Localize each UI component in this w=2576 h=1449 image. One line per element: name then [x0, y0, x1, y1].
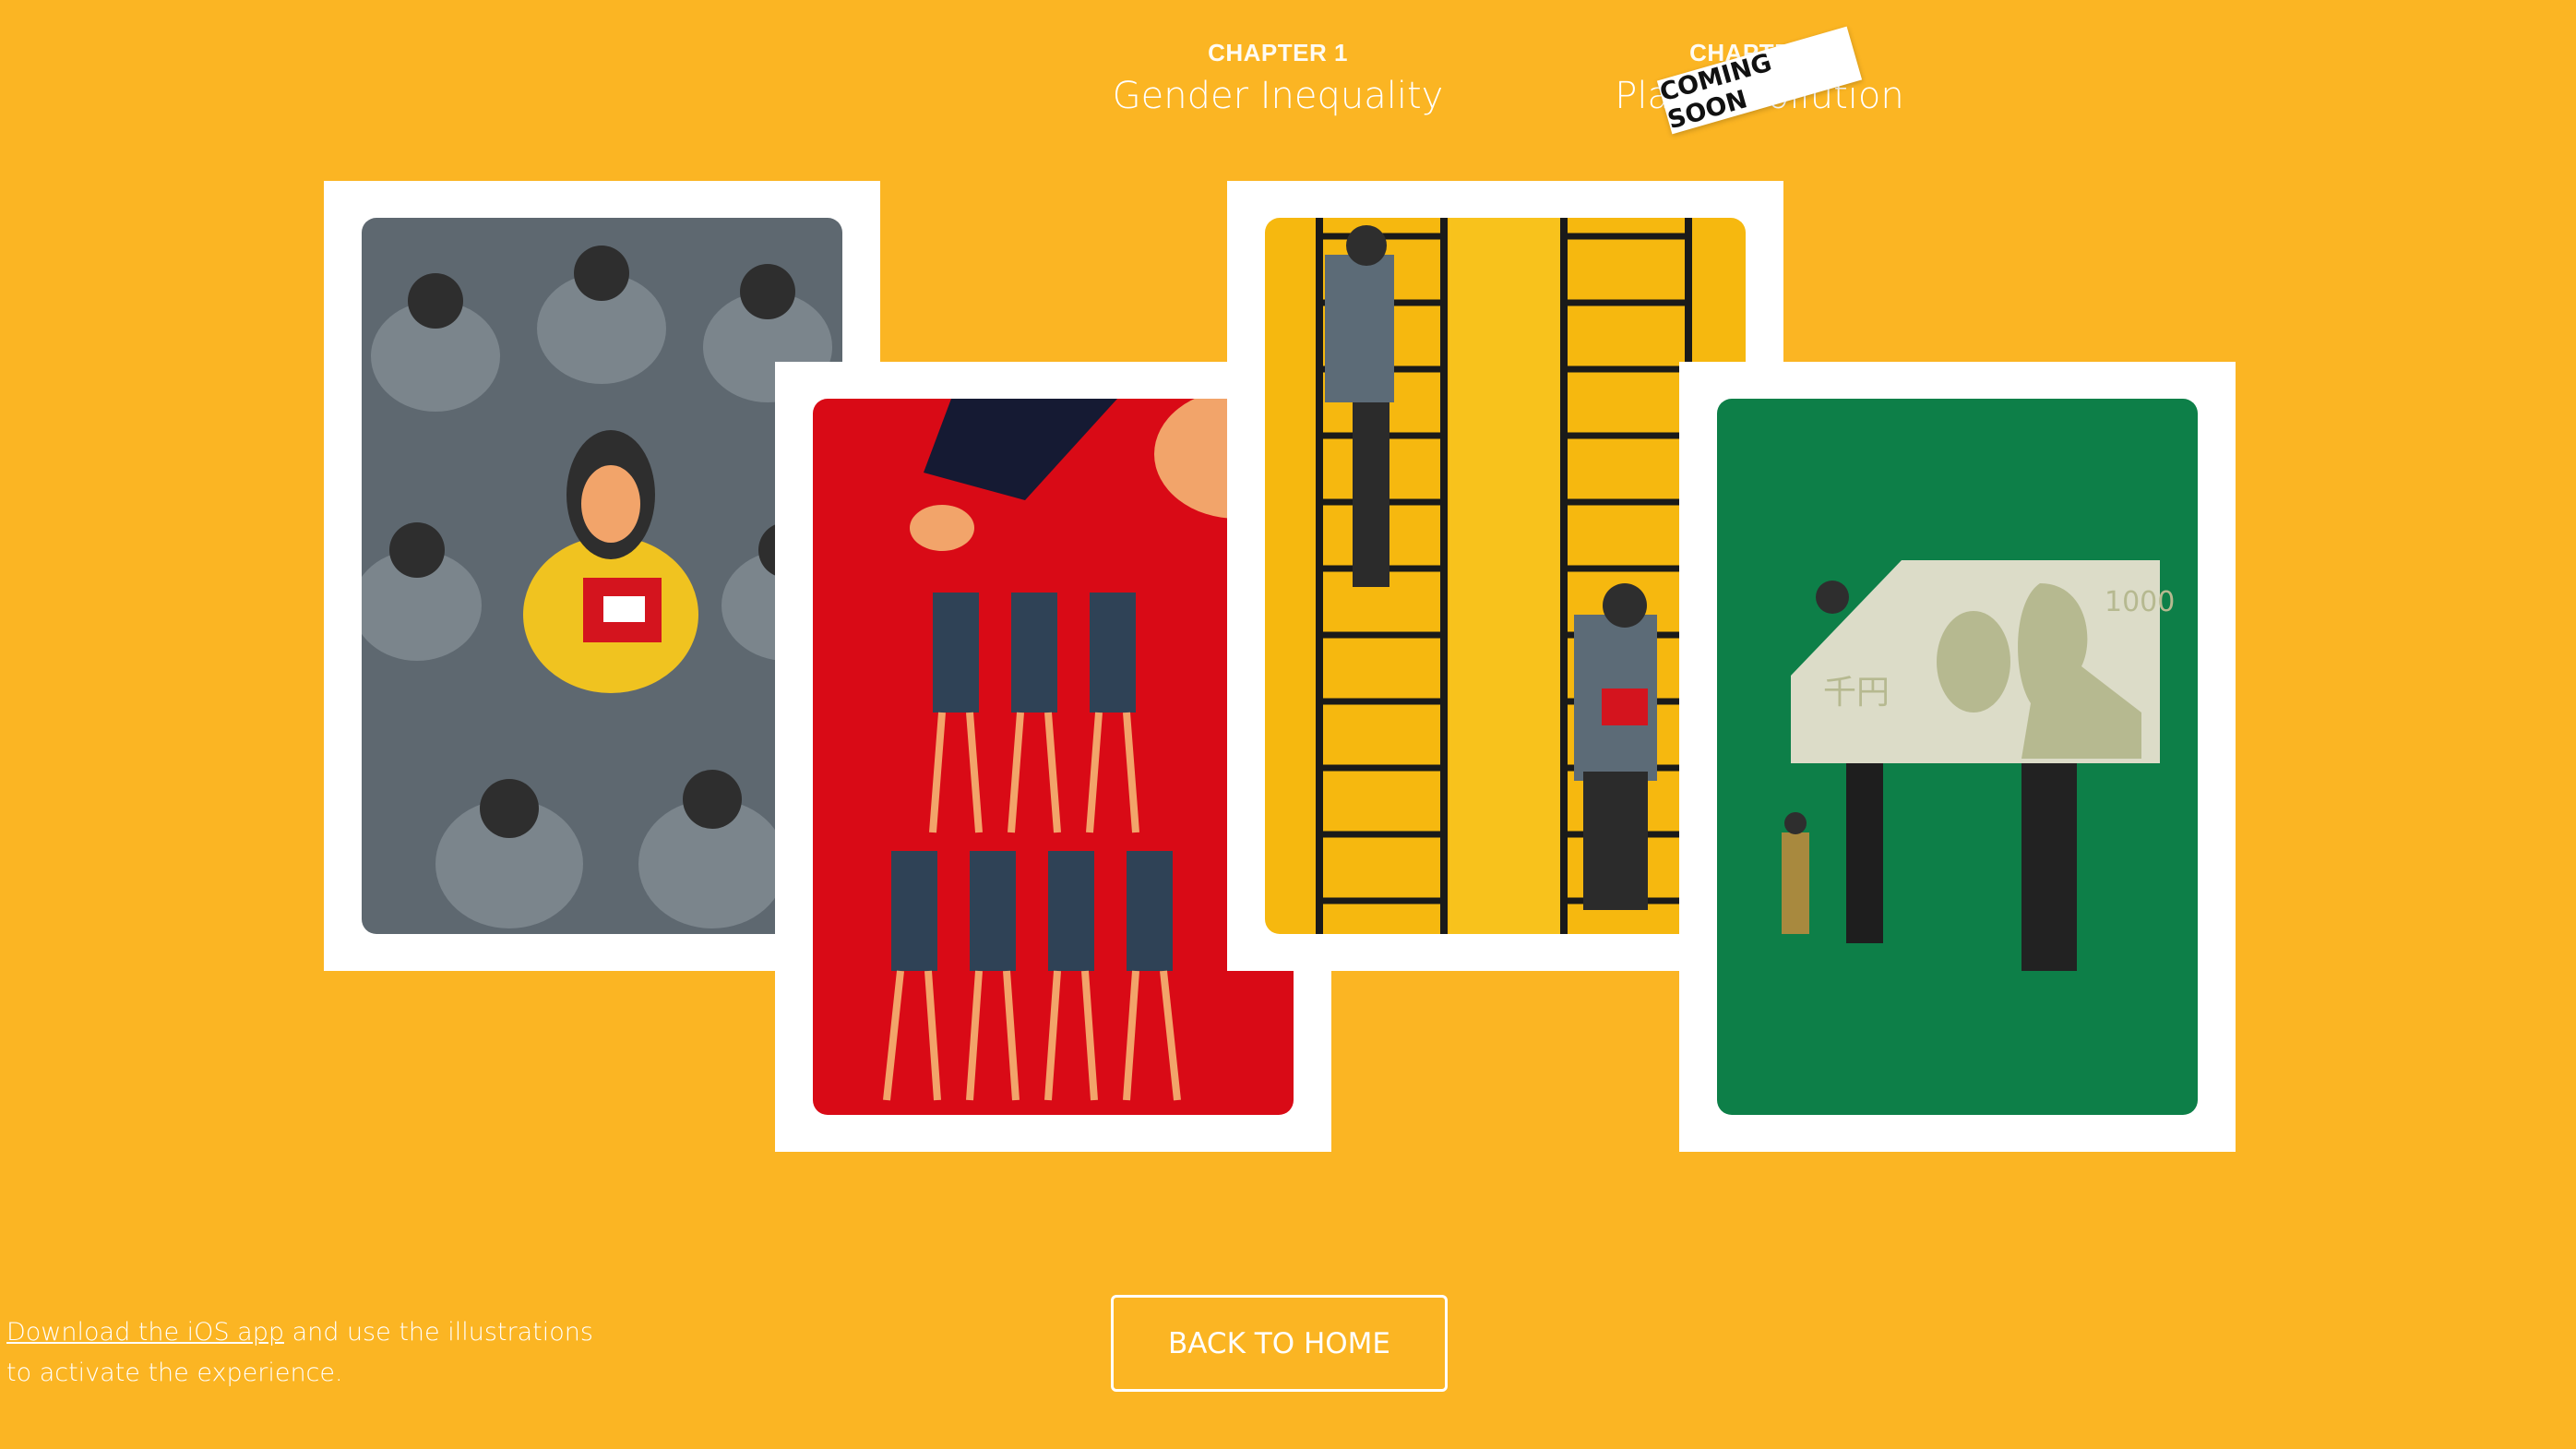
banknote-denomination-text: 千円 — [1823, 674, 1890, 712]
download-ios-app-link[interactable]: Download the iOS app — [6, 1318, 284, 1347]
back-to-home-button[interactable]: BACK TO HOME — [1111, 1295, 1448, 1392]
pyramid-illustration — [813, 399, 1294, 1115]
illustration-card-banknote[interactable]: 千円 1000 — [1679, 362, 2236, 1152]
ladders-illustration — [1265, 218, 1746, 934]
chapter-1[interactable]: CHAPTER 1 Gender Inequality — [1001, 39, 1555, 117]
footer-text-1: and use the illustrations — [283, 1318, 593, 1347]
chapter-1-title[interactable]: Gender Inequality — [1001, 75, 1555, 117]
crowd-illustration — [362, 218, 842, 934]
chapter-1-label: CHAPTER 1 — [1208, 39, 1348, 66]
footer-text-2: to activate the experience. — [6, 1359, 343, 1387]
footer-message: Download the iOS app and use the illustr… — [6, 1312, 593, 1394]
banknote-illustration: 千円 1000 — [1717, 399, 2198, 1115]
banknote-value: 1000 — [2105, 586, 2175, 618]
